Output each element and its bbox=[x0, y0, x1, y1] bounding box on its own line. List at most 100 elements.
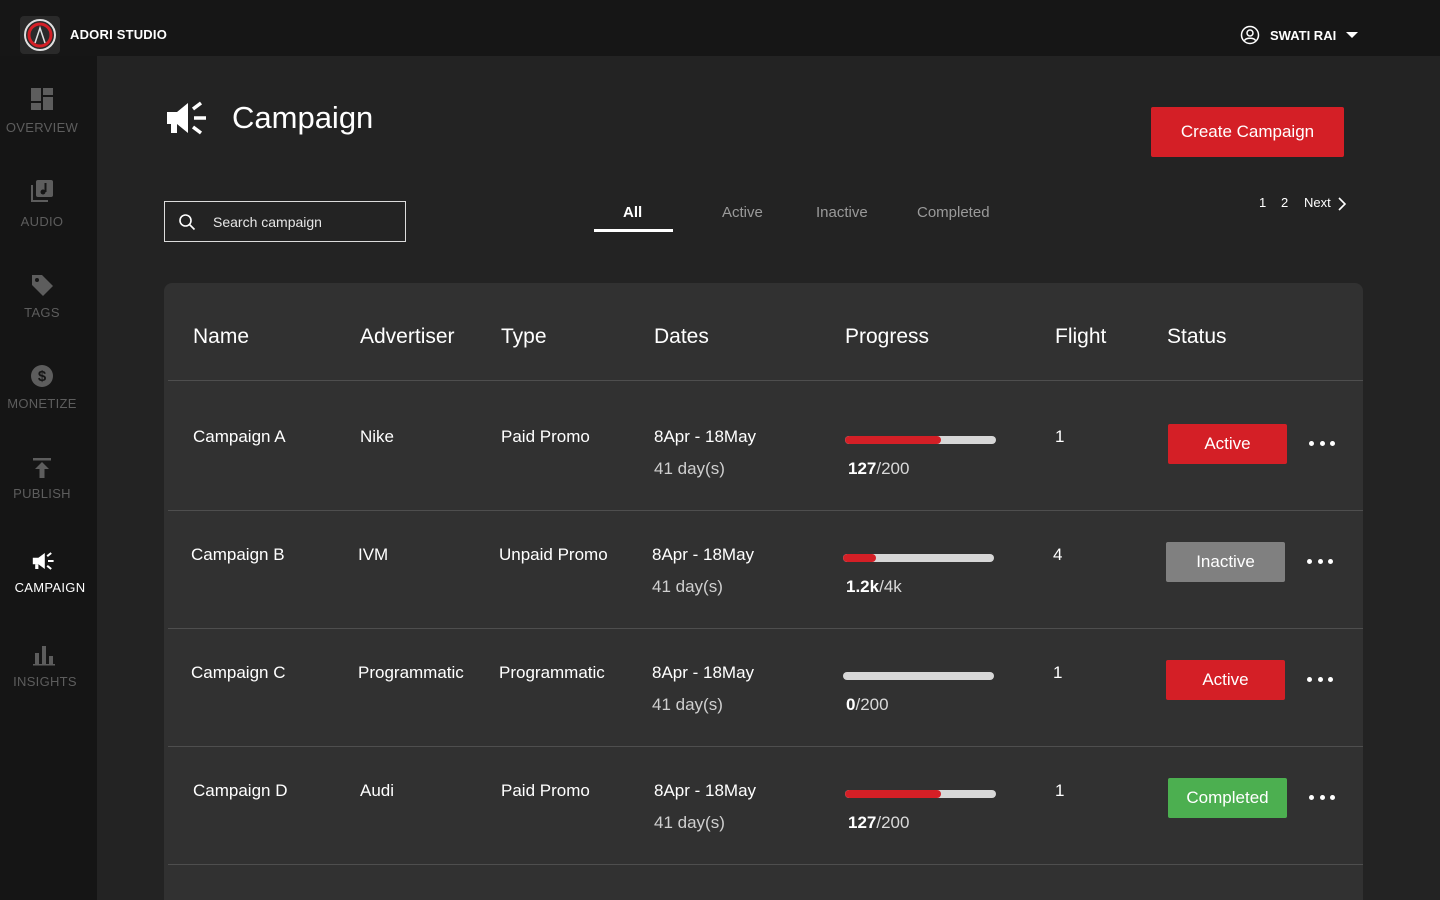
table-row[interactable]: Campaign C Programmatic Programmatic 8Ap… bbox=[164, 629, 1363, 747]
progress-done: 1.2k bbox=[846, 577, 880, 596]
advertiser-name: Audi bbox=[360, 781, 395, 800]
search-icon bbox=[179, 214, 196, 231]
create-campaign-button[interactable]: Create Campaign bbox=[1151, 107, 1344, 157]
progress-total: /200 bbox=[876, 459, 910, 478]
campaign-name[interactable]: Campaign C bbox=[191, 663, 286, 683]
tab-active[interactable]: Active bbox=[722, 204, 763, 221]
status-badge[interactable]: Completed bbox=[1168, 778, 1287, 818]
progress-total: /200 bbox=[876, 813, 910, 832]
progress-text: 127/200 bbox=[848, 459, 909, 479]
column-header-flight[interactable]: Flight bbox=[1055, 325, 1106, 349]
page-title: Campaign bbox=[232, 100, 374, 135]
flight-count: 1 bbox=[1055, 781, 1065, 800]
campaign-duration: 41 day(s) bbox=[654, 813, 725, 832]
progress-bar-fill bbox=[845, 436, 941, 444]
campaign-duration: 41 day(s) bbox=[654, 459, 725, 478]
progress-done: 127 bbox=[848, 459, 877, 478]
campaign-dates: 8Apr - 18May bbox=[652, 663, 755, 682]
sidebar-item-insights[interactable]: INSIGHTS bbox=[0, 642, 97, 712]
megaphone-icon bbox=[167, 101, 206, 135]
dashboard-icon bbox=[31, 88, 53, 110]
page-2-link[interactable]: 2 bbox=[1281, 195, 1288, 210]
tab-all[interactable]: All bbox=[623, 204, 642, 221]
sidebar-item-audio[interactable]: AUDIO bbox=[0, 176, 97, 246]
next-page-link[interactable]: Next bbox=[1304, 195, 1331, 210]
campaign-type: Paid Promo bbox=[501, 427, 590, 446]
table-row[interactable]: Campaign D Audi Paid Promo 8Apr - 18May … bbox=[164, 747, 1363, 865]
sidebar-item-label: OVERVIEW bbox=[5, 120, 79, 135]
status-badge[interactable]: Active bbox=[1168, 424, 1287, 464]
sidebar-item-label: AUDIO bbox=[20, 214, 64, 229]
user-menu[interactable]: SWATI RAI bbox=[1240, 24, 1359, 46]
progress-text: 0/200 bbox=[846, 695, 889, 715]
progress-bar-fill bbox=[843, 554, 877, 562]
advertiser-name: Programmatic bbox=[358, 663, 464, 682]
campaign-table: Name Advertiser Type Dates Progress Flig… bbox=[164, 283, 1363, 900]
campaign-type: Paid Promo bbox=[501, 781, 590, 800]
status-badge[interactable]: Active bbox=[1166, 660, 1285, 700]
column-header-name[interactable]: Name bbox=[193, 325, 249, 349]
campaign-duration: 41 day(s) bbox=[652, 695, 723, 714]
campaign-name[interactable]: Campaign B bbox=[191, 545, 285, 565]
campaign-type: Programmatic bbox=[499, 663, 605, 682]
column-header-advertiser[interactable]: Advertiser bbox=[360, 325, 455, 349]
search-input[interactable] bbox=[213, 210, 393, 234]
progress-text: 1.2k/4k bbox=[846, 577, 902, 597]
sidebar-item-label: INSIGHTS bbox=[13, 674, 77, 689]
dollar-icon: $ bbox=[31, 365, 53, 387]
column-header-status[interactable]: Status bbox=[1167, 325, 1227, 349]
megaphone-icon bbox=[32, 552, 54, 570]
advertiser-name: IVM bbox=[358, 545, 389, 564]
audio-library-icon bbox=[31, 180, 53, 202]
campaign-type: Unpaid Promo bbox=[499, 545, 608, 564]
user-name: SWATI RAI bbox=[1270, 27, 1337, 43]
adori-logo-icon[interactable] bbox=[20, 16, 60, 54]
more-options-icon[interactable] bbox=[1309, 792, 1335, 802]
sidebar-item-label: TAGS bbox=[24, 305, 60, 320]
flight-count: 1 bbox=[1055, 427, 1065, 446]
progress-bar bbox=[845, 436, 996, 444]
tag-icon bbox=[32, 275, 53, 296]
campaign-dates: 8Apr - 18May bbox=[654, 427, 757, 446]
column-header-type[interactable]: Type bbox=[501, 325, 547, 349]
campaign-name[interactable]: Campaign D bbox=[193, 781, 288, 801]
chevron-down-icon bbox=[1346, 32, 1359, 38]
page-1-link[interactable]: 1 bbox=[1259, 195, 1266, 210]
sidebar-item-label: PUBLISH bbox=[13, 486, 71, 501]
progress-bar bbox=[843, 554, 994, 562]
sidebar-item-label: CAMPAIGN bbox=[14, 580, 86, 595]
sidebar-item-monetize[interactable]: $ MONETIZE bbox=[0, 361, 97, 431]
more-options-icon[interactable] bbox=[1309, 438, 1335, 448]
tab-inactive[interactable]: Inactive bbox=[816, 204, 868, 221]
advertiser-name: Nike bbox=[360, 427, 395, 446]
tab-completed[interactable]: Completed bbox=[917, 204, 990, 221]
column-header-progress[interactable]: Progress bbox=[845, 325, 929, 349]
sidebar-item-overview[interactable]: OVERVIEW bbox=[0, 82, 97, 152]
flight-count: 1 bbox=[1053, 663, 1063, 682]
chevron-right-icon bbox=[1338, 197, 1347, 211]
sidebar-item-tags[interactable]: TAGS bbox=[0, 270, 97, 340]
status-badge[interactable]: Inactive bbox=[1166, 542, 1285, 582]
sidebar-item-campaign[interactable]: CAMPAIGN bbox=[0, 548, 97, 618]
sidebar-item-label: MONETIZE bbox=[7, 396, 77, 411]
campaign-name[interactable]: Campaign A bbox=[193, 427, 286, 447]
campaign-duration: 41 day(s) bbox=[652, 577, 723, 596]
more-options-icon[interactable] bbox=[1307, 556, 1333, 566]
progress-total: /200 bbox=[855, 695, 889, 714]
progress-total: /4k bbox=[879, 577, 902, 596]
column-header-dates[interactable]: Dates bbox=[654, 325, 709, 349]
flight-count: 4 bbox=[1053, 545, 1063, 564]
more-options-icon[interactable] bbox=[1307, 674, 1333, 684]
user-icon bbox=[1240, 25, 1260, 45]
top-bar: ADORI STUDIO SWATI RAI bbox=[0, 0, 1440, 56]
progress-bar bbox=[845, 790, 996, 798]
table-row[interactable]: Campaign B IVM Unpaid Promo 8Apr - 18May… bbox=[164, 511, 1363, 629]
publish-icon bbox=[33, 458, 51, 478]
row-divider bbox=[168, 864, 1363, 865]
table-row[interactable]: Campaign A Nike Paid Promo 8Apr - 18May … bbox=[164, 381, 1363, 499]
sidebar-item-publish[interactable]: PUBLISH bbox=[0, 454, 97, 524]
sidebar: OVERVIEW AUDIO TAGS $ MONETIZE PUBLISH C… bbox=[0, 56, 97, 900]
svg-text:$: $ bbox=[38, 368, 47, 385]
progress-bar bbox=[843, 672, 994, 680]
brand-name: ADORI STUDIO bbox=[70, 27, 168, 42]
